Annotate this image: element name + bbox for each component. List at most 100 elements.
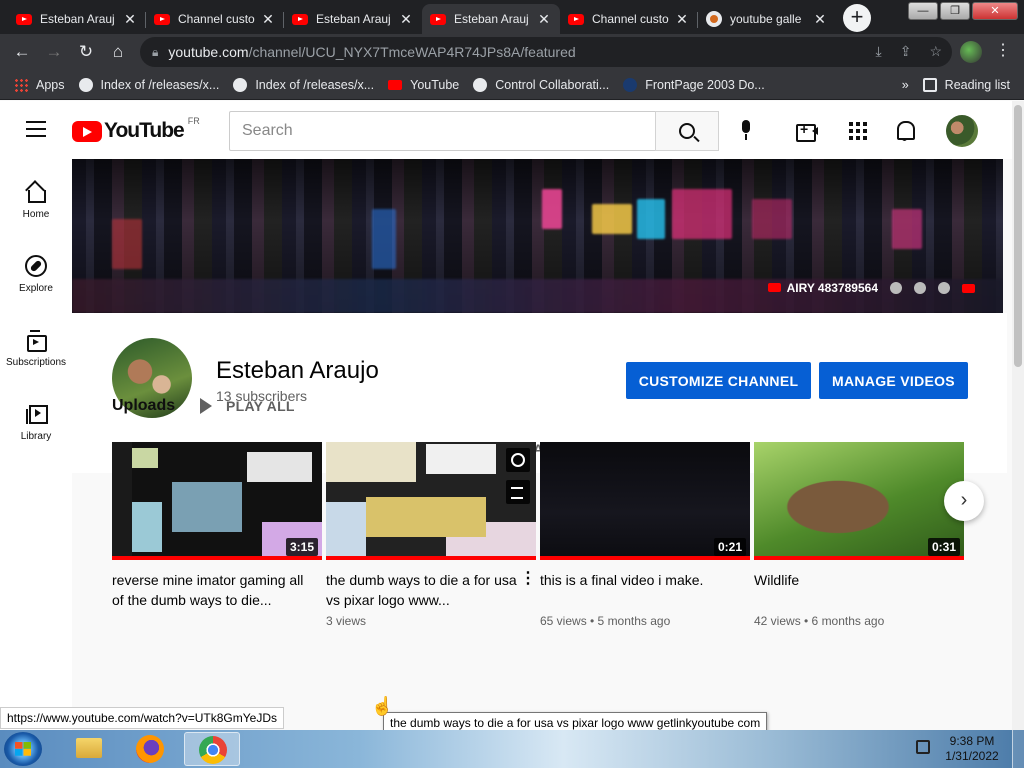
guide-item-subscriptions[interactable]: Subscriptions	[0, 329, 72, 368]
globe-icon[interactable]	[938, 282, 950, 294]
region-code: FR	[187, 116, 200, 126]
guide-label: Home	[22, 209, 50, 220]
install-icon[interactable]: ⤓	[876, 43, 882, 60]
start-button[interactable]	[4, 732, 42, 766]
share-icon[interactable]: ⇪	[900, 43, 912, 60]
search-input[interactable]: Search	[229, 111, 656, 151]
home-icon[interactable]: ⌂	[102, 36, 134, 68]
video-title[interactable]: this is a final video i make.	[540, 570, 750, 610]
video-title[interactable]: the dumb ways to die a for usa vs pixar …	[326, 570, 536, 610]
reload-icon[interactable]: ↻	[70, 36, 102, 68]
close-icon[interactable]: ✕	[536, 11, 552, 28]
youtube-icon	[767, 283, 781, 292]
video-thumbnail[interactable]: 0:21	[540, 442, 750, 560]
browser-toolbar: ← → ↻ ⌂ 🔒︎ youtube.com/channel/UCU_NYX7T…	[0, 34, 1024, 70]
show-desktop-button[interactable]	[1012, 730, 1024, 768]
taskbar-explorer[interactable]	[60, 732, 116, 766]
reading-list-button[interactable]: Reading list	[922, 78, 1010, 92]
page-scrollbar[interactable]	[1012, 101, 1024, 733]
video-thumbnail[interactable]: 0:31	[754, 442, 964, 560]
play-all-button[interactable]: PLAY ALL	[200, 398, 295, 414]
bookmark-item[interactable]: FrontPage 2003 Do...	[623, 77, 765, 92]
youtube-icon[interactable]	[962, 283, 975, 293]
bookmark-star-icon[interactable]: ☆	[929, 43, 942, 60]
more-menu-icon[interactable]: ⋮	[995, 40, 1011, 60]
youtube-logo[interactable]: YouTube FR	[72, 116, 200, 143]
browser-tab[interactable]: Esteban Arauj ✕	[284, 4, 422, 34]
more-actions-icon[interactable]: ⋮	[520, 568, 536, 588]
account-avatar[interactable]	[946, 115, 978, 147]
close-icon[interactable]: ✕	[674, 11, 690, 28]
bookmarks-overflow-button[interactable]: »	[902, 78, 909, 92]
system-clock[interactable]: 9:38 PM 1/31/2022	[944, 734, 1000, 764]
taskbar-chrome[interactable]	[184, 732, 240, 766]
bookmark-item[interactable]: Control Collaborati...	[473, 77, 609, 92]
banner-link[interactable]: AIRY 483789564	[767, 281, 878, 295]
back-icon[interactable]: ←	[6, 36, 38, 68]
guide-label: Subscriptions	[5, 357, 67, 368]
notifications-bell-icon[interactable]	[893, 119, 917, 143]
url-path: /channel/UCU_NYX7TmceWAP4R74JPs8A/featur…	[248, 44, 576, 60]
microphone-icon[interactable]	[740, 120, 752, 140]
customize-channel-button[interactable]: CUSTOMIZE CHANNEL	[626, 362, 811, 399]
address-bar[interactable]: 🔒︎ youtube.com/channel/UCU_NYX7TmceWAP4R…	[140, 37, 952, 67]
maximize-button[interactable]: ❐	[940, 2, 970, 20]
bookmark-item[interactable]: Index of /releases/x...	[78, 77, 219, 92]
network-icon[interactable]	[916, 740, 930, 754]
browser-tab[interactable]: Channel custo ✕	[560, 4, 698, 34]
channel-banner: AIRY 483789564	[72, 159, 1003, 313]
guide-item-explore[interactable]: Explore	[0, 255, 72, 294]
browser-tab-active[interactable]: Esteban Arauj ✕	[422, 4, 560, 34]
guide-item-library[interactable]: Library	[0, 403, 72, 442]
minimize-button[interactable]: —	[908, 2, 938, 20]
video-card[interactable]: 3:15 reverse mine imator gaming all of t…	[112, 442, 322, 610]
guide-sidebar: Home Explore Subscriptions Library	[0, 159, 72, 733]
apps-grid-icon	[14, 77, 28, 92]
bookmark-apps[interactable]: Apps	[14, 77, 65, 92]
new-tab-button[interactable]: +	[843, 4, 871, 32]
shelf-title[interactable]: Uploads	[112, 397, 175, 415]
close-icon[interactable]: ✕	[260, 11, 276, 28]
video-thumbnail[interactable]	[326, 442, 536, 560]
subscriptions-icon	[25, 329, 47, 352]
close-window-button[interactable]: ✕	[972, 2, 1018, 20]
globe-icon	[233, 77, 248, 92]
close-icon[interactable]: ✕	[812, 11, 828, 28]
add-to-queue-icon[interactable]	[506, 480, 530, 504]
bookmark-label: YouTube	[410, 77, 460, 92]
browser-tab[interactable]: Esteban Arauj ✕	[8, 4, 146, 34]
video-title[interactable]: reverse mine imator gaming all of the du…	[112, 570, 322, 610]
youtube-icon	[430, 13, 446, 25]
globe-icon[interactable]	[890, 282, 902, 294]
video-card[interactable]: the dumb ways to die a for usa vs pixar …	[326, 442, 536, 628]
close-icon[interactable]: ✕	[122, 11, 138, 28]
video-title[interactable]: Wildlife	[754, 570, 964, 610]
search-button[interactable]	[655, 111, 719, 151]
watch-later-icon[interactable]	[506, 448, 530, 472]
video-meta: 42 views • 6 months ago	[754, 614, 885, 628]
close-icon[interactable]: ✕	[398, 11, 414, 28]
forward-icon[interactable]: →	[38, 36, 70, 68]
profile-avatar[interactable]	[960, 41, 982, 63]
bookmark-item[interactable]: Index of /releases/x...	[233, 77, 375, 92]
bookmark-youtube[interactable]: YouTube	[388, 78, 459, 92]
video-meta: 3 views	[326, 614, 367, 628]
youtube-icon	[568, 13, 584, 25]
browser-tab[interactable]: youtube galle ✕	[698, 4, 836, 34]
menu-icon[interactable]	[26, 121, 46, 137]
apps-icon[interactable]	[846, 119, 870, 143]
taskbar-firefox[interactable]	[122, 732, 178, 766]
watch-progress-bar	[754, 556, 964, 560]
create-video-icon[interactable]	[796, 119, 820, 143]
video-card[interactable]: 0:21 this is a final video i make. 65 vi…	[540, 442, 750, 628]
scrollbar-thumb[interactable]	[1014, 105, 1022, 367]
bookmark-label: Index of /releases/x...	[255, 77, 375, 92]
browser-tab[interactable]: Channel custo ✕	[146, 4, 284, 34]
video-thumbnail[interactable]: 3:15	[112, 442, 322, 560]
manage-videos-button[interactable]: MANAGE VIDEOS	[819, 362, 968, 399]
tab-title: Esteban Arauj	[40, 12, 115, 26]
guide-item-home[interactable]: Home	[0, 181, 72, 220]
video-card[interactable]: 0:31 Wildlife 42 views • 6 months ago	[754, 442, 964, 628]
shelf-next-button[interactable]: ›	[944, 481, 984, 521]
globe-icon[interactable]	[914, 282, 926, 294]
